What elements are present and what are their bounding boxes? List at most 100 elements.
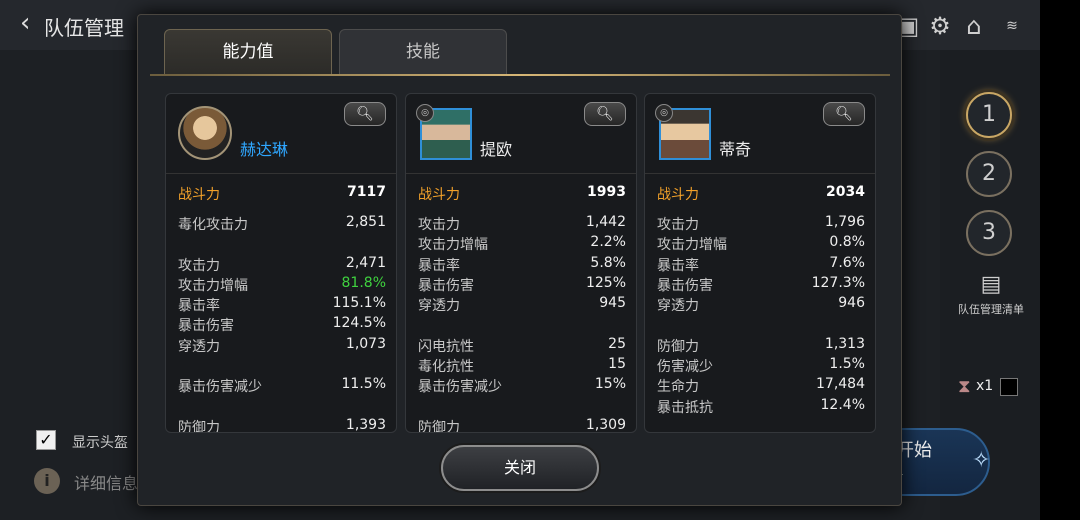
- stat-value: 115.1%: [332, 295, 386, 312]
- list-icon: ▤: [980, 272, 1002, 297]
- stat-row: 攻击力 2,471: [178, 255, 386, 275]
- stat-label: 攻击力增幅: [657, 237, 727, 254]
- item-slot[interactable]: [1000, 378, 1018, 396]
- combat-power-row: 战斗力 7117: [178, 184, 386, 214]
- stat-label: 暴击抵抗: [657, 399, 713, 416]
- stat-value: 1,442: [585, 214, 626, 230]
- team-2-button[interactable]: 2: [966, 151, 1012, 197]
- stat-value: 11.5%: [341, 376, 386, 393]
- stat-row: 防御力 1,393: [178, 416, 386, 433]
- stat-value: 1,796: [824, 214, 865, 230]
- stats-list: 战斗力 7117 毒化攻击力 2,851 攻击力 2,471 攻击力增幅 81.8% 暴击率 11…: [178, 184, 386, 433]
- stat-label: 攻击力: [657, 217, 699, 233]
- stat-value: 124.5%: [332, 315, 386, 332]
- show-helmet-checkbox[interactable]: ✓: [36, 430, 56, 450]
- home-icon[interactable]: ⌂: [960, 12, 988, 40]
- stat-spacer: [657, 315, 865, 335]
- stat-value: 81.8%: [341, 274, 386, 291]
- stat-row: 攻击力 1,796: [657, 214, 865, 234]
- stat-row: 伤害减少 1.5%: [657, 356, 865, 376]
- stat-label: 穿透力: [418, 298, 460, 315]
- stat-label: 暴击伤害减少: [178, 379, 262, 396]
- stat-label: 暴击率: [418, 257, 460, 274]
- page-title: 队伍管理: [44, 16, 124, 40]
- details-label[interactable]: 详细信息: [74, 470, 138, 494]
- stats-list: 战斗力 1993 攻击力 1,442 攻击力增幅 2.2% 暴击率 5.8% 暴击伤害 125% 穿…: [418, 184, 626, 433]
- hero-name: 蒂奇: [719, 140, 752, 159]
- stat-row: 穿透力 1,073: [178, 336, 386, 356]
- stat-label: 毒化攻击力: [178, 217, 248, 233]
- stats-list: 战斗力 2034 攻击力 1,796 攻击力增幅 0.8% 暴击率 7.6% 暴击伤害 127.3…: [657, 184, 865, 417]
- stat-label: 穿透力: [657, 298, 699, 315]
- stats-modal: 能力值 技能 赫达琳 🔍︎ 战斗力 7117 毒化攻击力 2,851 攻击力 2,471 攻…: [137, 14, 902, 506]
- hero-card: 赫达琳 🔍︎ 战斗力 7117 毒化攻击力 2,851 攻击力 2,471 攻击力增幅 81.…: [165, 93, 397, 433]
- stat-value: 1993: [587, 184, 626, 200]
- combat-power-row: 战斗力 1993: [418, 184, 626, 214]
- tab-skills[interactable]: 技能: [339, 29, 507, 75]
- stat-value: 125%: [585, 274, 626, 291]
- stat-value: 15%: [594, 376, 626, 393]
- stat-label: 暴击伤害: [178, 318, 234, 335]
- stat-value: 2,471: [345, 254, 386, 271]
- stat-spacer: [178, 234, 386, 254]
- stat-label: 穿透力: [178, 338, 220, 355]
- stat-row: 防御力 1,313: [657, 336, 865, 356]
- hero-card: ◎ 蒂奇 🔍︎ 战斗力 2034 攻击力 1,796 攻击力增幅 0.8% 暴击率 7.6% 暴…: [644, 93, 876, 433]
- stat-row: 穿透力 945: [418, 295, 626, 315]
- stat-value: 17,484: [816, 376, 865, 393]
- hero-card-header: ◎ 蒂奇 🔍︎: [645, 94, 875, 174]
- team-3-button[interactable]: 3: [966, 210, 1012, 256]
- stat-label: 毒化抗性: [418, 359, 474, 376]
- stat-value: 7.6%: [829, 254, 865, 271]
- hero-name: 赫达琳: [240, 140, 289, 159]
- search-button[interactable]: 🔍︎: [344, 102, 386, 126]
- search-icon: 🔍︎: [596, 106, 614, 122]
- stat-label: 暴击伤害: [418, 277, 474, 294]
- stat-label: 伤害减少: [657, 359, 713, 376]
- tab-bar: 能力值 技能: [164, 29, 884, 89]
- close-button[interactable]: 关闭: [441, 445, 599, 491]
- back-icon[interactable]: ‹: [20, 10, 30, 36]
- search-icon: 🔍︎: [356, 106, 374, 122]
- stat-value: 5.8%: [590, 254, 626, 271]
- team-1-button[interactable]: 1: [966, 92, 1012, 138]
- search-icon: 🔍︎: [835, 106, 853, 122]
- stat-row: 暴击伤害减少 15%: [418, 376, 626, 396]
- element-badge-icon: ◎: [416, 104, 434, 122]
- hero-portrait[interactable]: [178, 106, 232, 160]
- hero-card-header: ◎ 提欧 🔍︎: [406, 94, 636, 174]
- stat-value: 2,851: [345, 214, 386, 230]
- stat-row: 毒化攻击力 2,851: [178, 214, 386, 234]
- stat-row: 生命力 17,484: [657, 376, 865, 396]
- stat-label: 攻击力: [178, 257, 220, 274]
- info-icon[interactable]: i: [34, 468, 60, 494]
- show-helmet-label: 显示头盔: [72, 435, 128, 451]
- stat-label: 战斗力: [657, 187, 699, 203]
- stat-value: 1,393: [345, 416, 386, 433]
- stat-label: 防御力: [178, 419, 220, 433]
- stat-row: 暴击率 115.1%: [178, 295, 386, 315]
- stat-value: 945: [599, 295, 626, 312]
- stat-value: 0.8%: [829, 234, 865, 251]
- stat-row: 攻击力 1,442: [418, 214, 626, 234]
- tab-underline: [150, 74, 890, 76]
- tab-stats[interactable]: 能力值: [164, 29, 332, 75]
- hero-card: ◎ 提欧 🔍︎ 战斗力 1993 攻击力 1,442 攻击力增幅 2.2% 暴击率 5.8% 暴…: [405, 93, 637, 433]
- gear-icon[interactable]: ⚙: [926, 12, 954, 40]
- search-button[interactable]: 🔍︎: [584, 102, 626, 126]
- combat-power-row: 战斗力 2034: [657, 184, 865, 214]
- roster-list-button[interactable]: ▤ 队伍管理清单: [952, 272, 1030, 317]
- stat-label: 生命力: [657, 379, 699, 396]
- stat-value: 25: [608, 335, 626, 352]
- stat-row: 暴击伤害 125%: [418, 275, 626, 295]
- stat-spacer: [418, 397, 626, 417]
- stat-row: 穿透力 946: [657, 295, 865, 315]
- stat-row: 攻击力增幅 2.2%: [418, 234, 626, 254]
- stat-row: 防御力 1,309: [418, 416, 626, 433]
- stat-label: 闪电抗性: [418, 338, 474, 355]
- search-button[interactable]: 🔍︎: [823, 102, 865, 126]
- sparkle-icon: ✧: [972, 448, 991, 473]
- stat-row: 闪电抗性 25: [418, 336, 626, 356]
- element-badge-icon: ◎: [655, 104, 673, 122]
- stat-value: 1,309: [585, 416, 626, 433]
